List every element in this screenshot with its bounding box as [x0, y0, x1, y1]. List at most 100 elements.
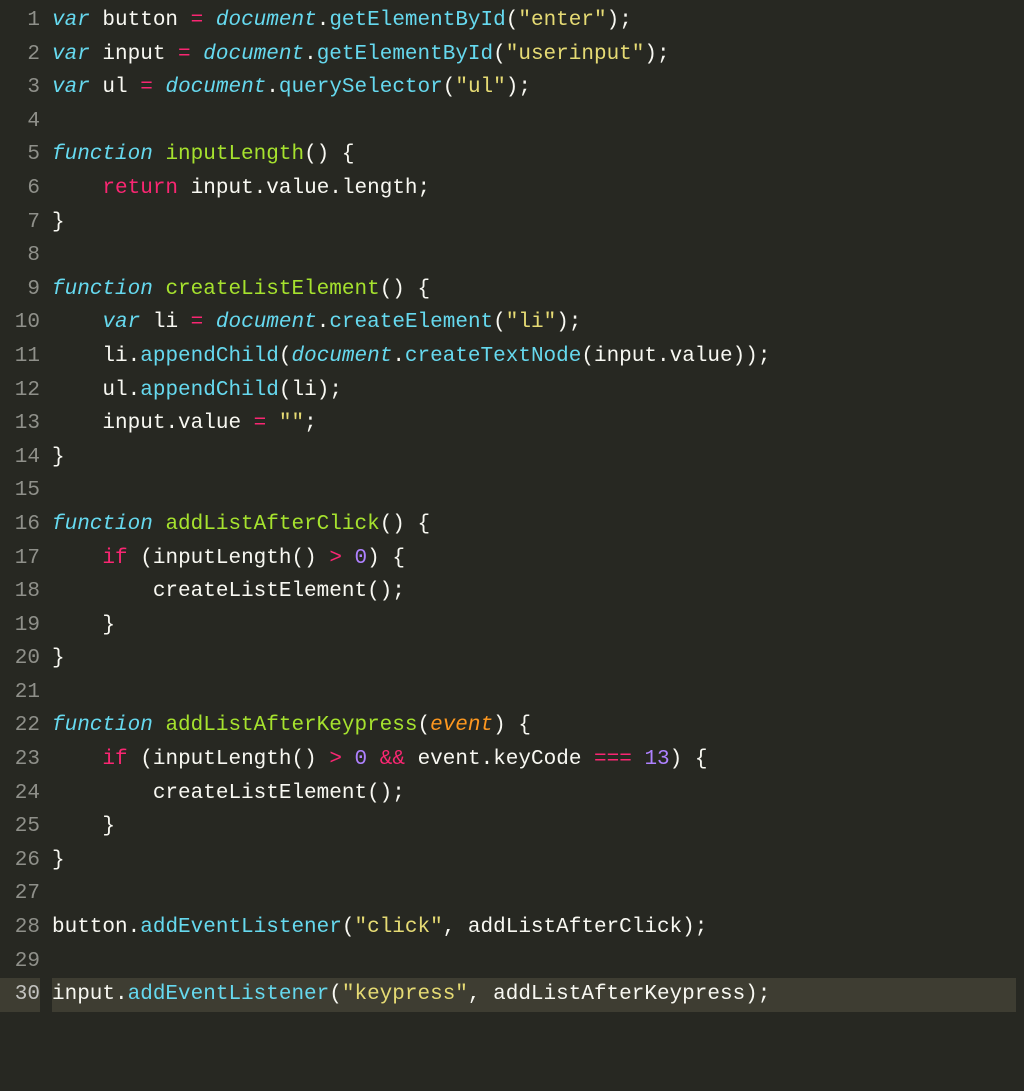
code-line[interactable]: function addListAfterKeypress(event) {	[52, 709, 1016, 743]
token-name-var: input	[594, 345, 657, 368]
code-editor[interactable]: 1234567891011121314151617181920212223242…	[0, 0, 1024, 1091]
token-punct	[682, 748, 695, 771]
code-line[interactable]: var button = document.getElementById("en…	[52, 4, 1016, 38]
token-punct	[203, 9, 216, 32]
token-punct	[52, 815, 102, 838]
line-number: 3	[0, 71, 40, 105]
code-line[interactable]: }	[52, 206, 1016, 240]
token-punct: ;	[418, 177, 431, 200]
token-prop: value	[670, 345, 733, 368]
token-prop: value	[266, 177, 329, 200]
token-name-var: createListElement	[153, 782, 367, 805]
code-line[interactable]: }	[52, 810, 1016, 844]
token-punct	[140, 311, 153, 334]
token-punct: .	[657, 345, 670, 368]
line-number: 23	[0, 743, 40, 777]
code-line[interactable]: function addListAfterClick() {	[52, 508, 1016, 542]
code-line[interactable]: input.addEventListener("keypress", addLi…	[52, 978, 1016, 1012]
token-punct: {	[418, 278, 431, 301]
code-line[interactable]: button.addEventListener("click", addList…	[52, 911, 1016, 945]
token-name-var: li	[291, 379, 316, 402]
token-punct: .	[392, 345, 405, 368]
token-op: ===	[594, 748, 632, 771]
token-punct: ;	[758, 983, 771, 1006]
token-string: "ul"	[455, 76, 505, 99]
code-line[interactable]: input.value = "";	[52, 407, 1016, 441]
token-punct: {	[342, 143, 355, 166]
token-punct: ;	[304, 412, 317, 435]
token-punct: )	[317, 379, 330, 402]
token-punct	[153, 278, 166, 301]
code-line[interactable]: var li = document.createElement("li");	[52, 306, 1016, 340]
token-punct: ;	[569, 311, 582, 334]
token-punct	[52, 748, 102, 771]
code-line[interactable]: ul.appendChild(li);	[52, 374, 1016, 408]
token-method: getElementById	[329, 9, 505, 32]
token-punct: .	[128, 345, 141, 368]
code-line[interactable]: if (inputLength() > 0 && event.keyCode =…	[52, 743, 1016, 777]
code-line[interactable]: }	[52, 642, 1016, 676]
code-area[interactable]: var button = document.getElementById("en…	[52, 0, 1024, 1091]
token-name-fn: addListAfterClick	[165, 513, 379, 536]
token-punct: ()	[291, 748, 316, 771]
token-name-var: addListAfterKeypress	[493, 983, 745, 1006]
code-line[interactable]: }	[52, 609, 1016, 643]
token-punct	[405, 748, 418, 771]
code-line[interactable]: li.appendChild(document.createTextNode(i…	[52, 340, 1016, 374]
code-line[interactable]: }	[52, 441, 1016, 475]
code-line[interactable]: createListElement();	[52, 575, 1016, 609]
token-name-var: li	[102, 345, 127, 368]
code-line[interactable]: var input = document.getElementById("use…	[52, 38, 1016, 72]
token-method: addEventListener	[140, 916, 342, 939]
token-kw-ctrl: if	[102, 748, 127, 771]
token-string: "li"	[506, 311, 556, 334]
token-string: "keypress"	[342, 983, 468, 1006]
code-line[interactable]	[52, 239, 1016, 273]
token-punct	[266, 412, 279, 435]
code-line[interactable]	[52, 877, 1016, 911]
token-name-var: input	[191, 177, 254, 200]
token-punct: )	[367, 547, 380, 570]
token-punct	[52, 580, 153, 603]
token-punct	[90, 43, 103, 66]
token-name-var: li	[153, 311, 178, 334]
token-name-var: input	[52, 983, 115, 1006]
code-line[interactable]	[52, 945, 1016, 979]
token-punct: ()	[380, 513, 405, 536]
token-punct: (	[342, 916, 355, 939]
token-punct: .	[329, 177, 342, 200]
token-punct	[581, 748, 594, 771]
line-number: 24	[0, 777, 40, 811]
token-punct	[342, 748, 355, 771]
token-punct	[153, 143, 166, 166]
code-line[interactable]: function inputLength() {	[52, 138, 1016, 172]
token-punct: (	[581, 345, 594, 368]
code-line[interactable]: function createListElement() {	[52, 273, 1016, 307]
line-number: 7	[0, 206, 40, 240]
code-line[interactable]: createListElement();	[52, 777, 1016, 811]
token-punct: ;	[695, 916, 708, 939]
token-punct: }	[102, 815, 115, 838]
code-line[interactable]: var ul = document.querySelector("ul");	[52, 71, 1016, 105]
token-punct: ()	[380, 278, 405, 301]
token-support: document	[216, 9, 317, 32]
token-kw-ctrl: if	[102, 547, 127, 570]
line-number: 21	[0, 676, 40, 710]
token-method: appendChild	[140, 379, 279, 402]
token-kw-storage: function	[52, 513, 153, 536]
token-punct	[405, 278, 418, 301]
token-punct: ,	[468, 983, 493, 1006]
token-name-var: ul	[102, 379, 127, 402]
code-line[interactable]: }	[52, 844, 1016, 878]
token-punct	[241, 412, 254, 435]
line-number: 1	[0, 4, 40, 38]
code-line[interactable]: if (inputLength() > 0) {	[52, 542, 1016, 576]
code-line[interactable]	[52, 676, 1016, 710]
token-punct: ()	[304, 143, 329, 166]
code-line[interactable]	[52, 474, 1016, 508]
line-number: 15	[0, 474, 40, 508]
token-punct: (	[279, 379, 292, 402]
token-num: 0	[355, 748, 368, 771]
code-line[interactable]	[52, 105, 1016, 139]
code-line[interactable]: return input.value.length;	[52, 172, 1016, 206]
